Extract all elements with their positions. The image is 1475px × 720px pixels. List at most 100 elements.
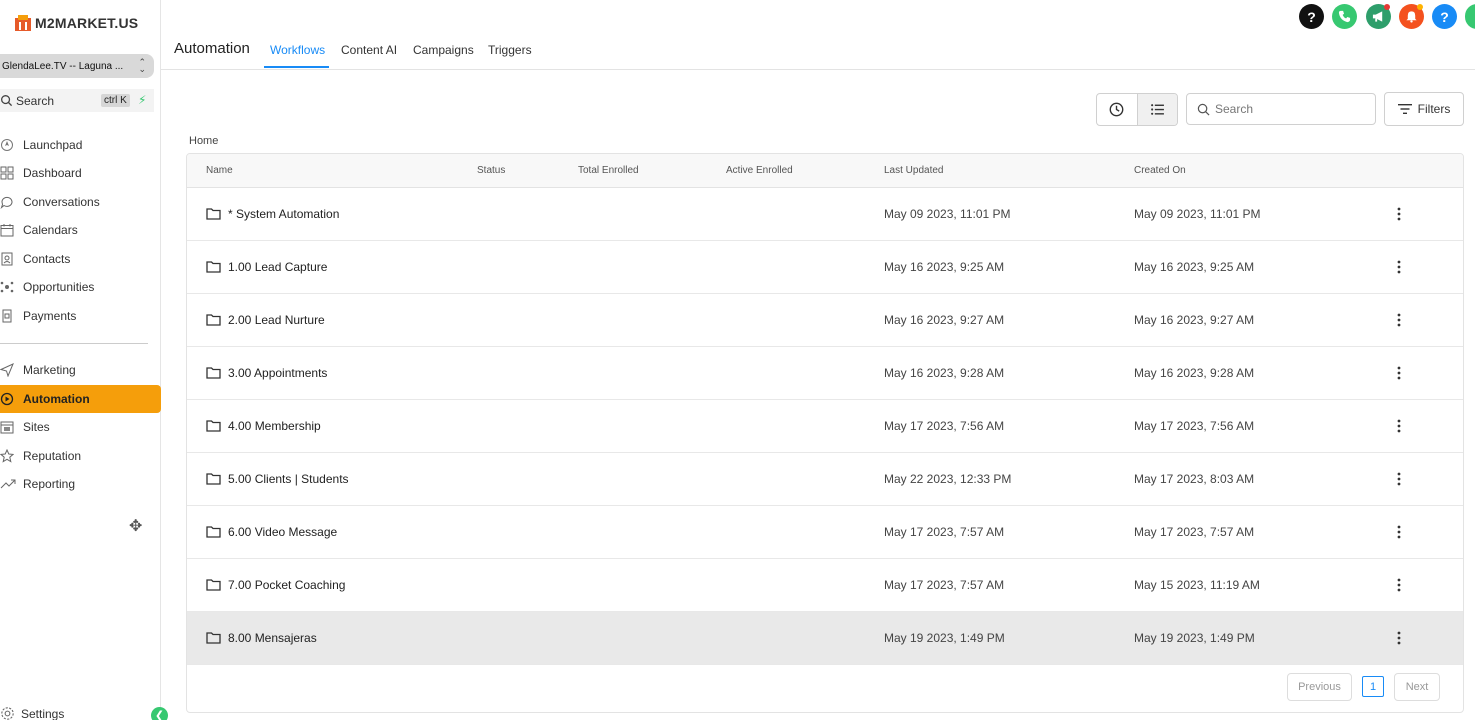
list-view-button[interactable] — [1136, 94, 1177, 125]
more-options-icon[interactable] — [1391, 576, 1407, 594]
tab-content-ai[interactable]: Content AI — [341, 43, 397, 57]
last-updated-cell: May 17 2023, 7:57 AM — [884, 525, 1005, 539]
view-toggle — [1096, 93, 1178, 126]
sidebar-item-payments[interactable]: Payments — [0, 302, 161, 330]
last-updated-cell: May 17 2023, 7:57 AM — [884, 578, 1005, 592]
tab-workflows[interactable]: Workflows — [270, 43, 325, 57]
column-header-last-updated[interactable]: Last Updated — [884, 165, 944, 176]
gear-icon — [0, 706, 15, 720]
workflow-name[interactable]: 3.00 Appointments — [228, 366, 327, 380]
workflow-name[interactable]: 8.00 Mensajeras — [228, 631, 317, 645]
sidebar-item-sites[interactable]: Sites — [0, 413, 161, 441]
collapse-sidebar-button[interactable]: ❮ — [151, 707, 168, 720]
lightning-icon[interactable]: ⚡︎ — [138, 93, 146, 107]
grid-icon — [0, 165, 18, 181]
table-row[interactable]: 3.00 Appointments May 16 2023, 9:28 AM May… — [187, 347, 1463, 400]
tab-triggers[interactable]: Triggers — [488, 43, 532, 57]
more-options-icon[interactable] — [1391, 470, 1407, 488]
logo-text: M2MARKET.US — [35, 15, 139, 31]
column-header-status[interactable]: Status — [477, 165, 505, 176]
phone-glyph — [1338, 10, 1351, 23]
created-on-cell: May 17 2023, 7:56 AM — [1134, 419, 1255, 433]
help-blue-icon[interactable]: ? — [1432, 4, 1457, 29]
tab-campaigns[interactable]: Campaigns — [413, 43, 474, 57]
bell-icon[interactable] — [1399, 4, 1424, 29]
list-icon — [1151, 104, 1164, 115]
more-options-icon[interactable] — [1391, 205, 1407, 223]
search-icon — [1197, 103, 1210, 115]
table-row[interactable]: 7.00 Pocket Coaching May 17 2023, 7:57 AM… — [187, 559, 1463, 612]
previous-page-button[interactable]: Previous — [1287, 673, 1352, 701]
breadcrumb[interactable]: Home — [189, 135, 218, 147]
megaphone-icon[interactable] — [1366, 4, 1391, 29]
filters-button[interactable]: Filters — [1384, 92, 1464, 126]
brand-logo[interactable]: M2MARKET.US — [14, 14, 138, 32]
table-row[interactable]: 5.00 Clients | Students May 22 2023, 12:3… — [187, 453, 1463, 506]
sidebar: M2MARKET.US GlendaLee.TV -- Laguna ... ⌃… — [0, 0, 168, 720]
trend-icon — [0, 476, 18, 492]
sidebar-item-label: Marketing — [23, 363, 76, 377]
workflows-table: Name Status Total Enrolled Active Enroll… — [186, 153, 1464, 713]
table-row[interactable]: * System Automation May 09 2023, 11:01 PM… — [187, 188, 1463, 241]
more-options-icon[interactable] — [1391, 523, 1407, 541]
sidebar-item-reporting[interactable]: Reporting — [0, 470, 161, 498]
move-cursor-icon: ✥ — [129, 518, 143, 535]
next-page-button[interactable]: Next — [1394, 673, 1440, 701]
sidebar-item-label: Reporting — [23, 477, 76, 491]
created-on-cell: May 16 2023, 9:25 AM — [1134, 260, 1255, 274]
phone-icon[interactable] — [1332, 4, 1357, 29]
page-number-button[interactable]: 1 — [1362, 676, 1384, 697]
table-row[interactable]: 2.00 Lead Nurture May 16 2023, 9:27 AM May… — [187, 294, 1463, 347]
table-row[interactable]: 1.00 Lead Capture May 16 2023, 9:25 AM May… — [187, 241, 1463, 294]
more-options-icon[interactable] — [1391, 311, 1407, 329]
workflow-name[interactable]: 1.00 Lead Capture — [228, 260, 327, 274]
sidebar-search[interactable]: Search ctrl K ⚡︎ — [0, 89, 154, 112]
created-on-cell: May 15 2023, 11:19 AM — [1134, 578, 1260, 592]
workflow-name[interactable]: 2.00 Lead Nurture — [228, 313, 325, 327]
sidebar-item-marketing[interactable]: Marketing — [0, 356, 161, 384]
table-row[interactable]: 4.00 Membership May 17 2023, 7:56 AM May 1… — [187, 400, 1463, 453]
contacts-icon — [0, 251, 18, 267]
folder-icon — [206, 631, 221, 649]
chevron-updown-icon: ⌃ ⌄ — [138, 57, 146, 74]
sidebar-item-launchpad[interactable]: Launchpad — [0, 131, 161, 159]
workflow-name[interactable]: 4.00 Membership — [228, 419, 321, 433]
workflow-name[interactable]: 7.00 Pocket Coaching — [228, 578, 345, 592]
search-input[interactable] — [1215, 102, 1365, 116]
workflow-name[interactable]: * System Automation — [228, 207, 339, 221]
more-options-icon[interactable] — [1391, 417, 1407, 435]
table-row[interactable]: 8.00 Mensajeras May 19 2023, 1:49 PM May 1… — [187, 612, 1463, 665]
search-icon — [1, 95, 13, 107]
sidebar-item-opportunities[interactable]: Opportunities — [0, 273, 161, 301]
sidebar-item-automation[interactable]: Automation — [0, 385, 161, 413]
sidebar-item-reputation[interactable]: Reputation — [0, 442, 161, 470]
workflow-search — [1186, 93, 1376, 125]
column-header-name[interactable]: Name — [206, 165, 233, 176]
column-header-active-enrolled[interactable]: Active Enrolled — [726, 165, 793, 176]
sidebar-item-label: Sites — [23, 420, 50, 434]
table-row[interactable]: 6.00 Video Message May 17 2023, 7:57 AM Ma… — [187, 506, 1463, 559]
filters-label: Filters — [1417, 102, 1451, 116]
workflow-name[interactable]: 6.00 Video Message — [228, 525, 337, 539]
sidebar-item-label: Payments — [23, 309, 77, 323]
sidebar-item-contacts[interactable]: Contacts — [0, 245, 161, 273]
sidebar-item-settings[interactable]: Settings — [0, 706, 64, 720]
column-header-created-on[interactable]: Created On — [1134, 165, 1186, 176]
last-updated-cell: May 17 2023, 7:56 AM — [884, 419, 1005, 433]
payments-icon — [0, 308, 18, 324]
column-header-total-enrolled[interactable]: Total Enrolled — [578, 165, 639, 176]
settings-label: Settings — [21, 706, 65, 720]
more-options-icon[interactable] — [1391, 258, 1407, 276]
recent-view-button[interactable] — [1097, 94, 1137, 125]
sidebar-item-conversations[interactable]: Conversations — [0, 188, 161, 216]
more-options-icon[interactable] — [1391, 629, 1407, 647]
location-switcher[interactable]: GlendaLee.TV -- Laguna ... ⌃ ⌄ — [0, 54, 154, 78]
sidebar-item-calendars[interactable]: Calendars — [0, 216, 161, 244]
sidebar-item-dashboard[interactable]: Dashboard — [0, 159, 161, 187]
more-options-icon[interactable] — [1391, 364, 1407, 382]
workflow-name[interactable]: 5.00 Clients | Students — [228, 472, 349, 486]
help-black-icon[interactable]: ? — [1299, 4, 1324, 29]
calendar-icon — [0, 222, 18, 238]
sidebar-item-label: Launchpad — [23, 138, 83, 152]
avatar[interactable] — [1465, 4, 1475, 29]
